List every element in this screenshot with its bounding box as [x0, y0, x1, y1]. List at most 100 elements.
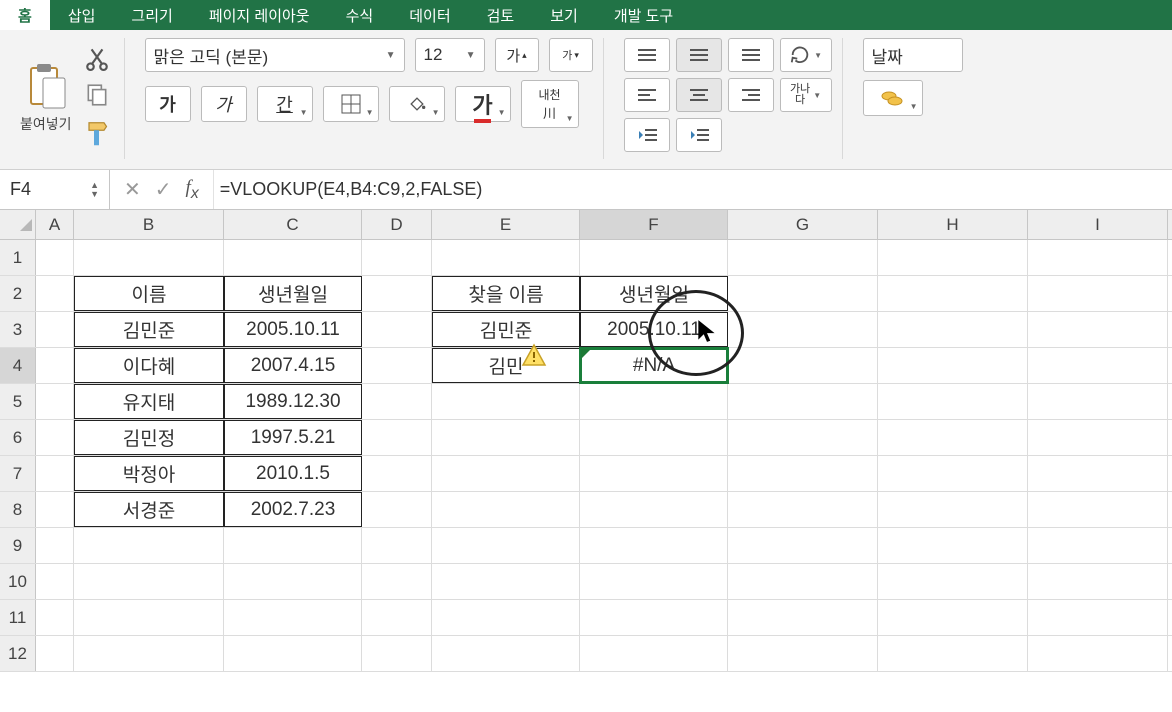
- cell[interactable]: [362, 240, 432, 275]
- cell[interactable]: [36, 456, 74, 491]
- cell[interactable]: [362, 600, 432, 635]
- cell[interactable]: 1989.12.30: [224, 384, 362, 419]
- font-name-select[interactable]: 맑은 고딕 (본문) ▼: [145, 38, 405, 72]
- cell[interactable]: [1028, 420, 1168, 455]
- cell[interactable]: [224, 636, 362, 671]
- align-left-button[interactable]: [624, 78, 670, 112]
- cell[interactable]: [36, 312, 74, 347]
- cut-button[interactable]: [84, 45, 114, 74]
- row-header-8[interactable]: 8: [0, 492, 36, 527]
- cell[interactable]: [1028, 276, 1168, 311]
- cell[interactable]: [728, 636, 878, 671]
- cell[interactable]: [878, 312, 1028, 347]
- cell[interactable]: [728, 348, 878, 383]
- cell[interactable]: [878, 492, 1028, 527]
- cell[interactable]: [1028, 384, 1168, 419]
- cell[interactable]: [580, 240, 728, 275]
- tab-pagelayout[interactable]: 페이지 레이아웃: [191, 0, 328, 30]
- cell[interactable]: [728, 564, 878, 599]
- cell[interactable]: [1028, 600, 1168, 635]
- col-header-G[interactable]: G: [728, 210, 878, 239]
- cell[interactable]: [362, 492, 432, 527]
- row-header-7[interactable]: 7: [0, 456, 36, 491]
- cell[interactable]: [580, 492, 728, 527]
- cell[interactable]: [74, 600, 224, 635]
- col-header-I[interactable]: I: [1028, 210, 1168, 239]
- italic-button[interactable]: 가: [201, 86, 247, 122]
- cell[interactable]: [728, 528, 878, 563]
- cell[interactable]: 김민정: [74, 420, 224, 455]
- error-smart-tag-icon[interactable]: [520, 342, 548, 368]
- cell[interactable]: 생년월일: [580, 276, 728, 311]
- cell[interactable]: [580, 420, 728, 455]
- decrease-indent-button[interactable]: [624, 118, 670, 152]
- font-size-select[interactable]: 12 ▼: [415, 38, 485, 72]
- cell[interactable]: [878, 420, 1028, 455]
- cell[interactable]: [36, 348, 74, 383]
- increase-font-button[interactable]: 가▴: [495, 38, 539, 72]
- wrap-text-button[interactable]: 가나다 ▼: [780, 78, 832, 112]
- cell[interactable]: [362, 384, 432, 419]
- cell[interactable]: [1028, 240, 1168, 275]
- cell[interactable]: [36, 564, 74, 599]
- cell[interactable]: [1028, 348, 1168, 383]
- format-painter-button[interactable]: [84, 119, 114, 152]
- row-header-6[interactable]: 6: [0, 420, 36, 455]
- cell[interactable]: [728, 240, 878, 275]
- col-header-F[interactable]: F: [580, 210, 728, 239]
- align-middle-button[interactable]: [676, 38, 722, 72]
- row-header-3[interactable]: 3: [0, 312, 36, 347]
- cell[interactable]: [224, 600, 362, 635]
- row-header-5[interactable]: 5: [0, 384, 36, 419]
- cell[interactable]: [878, 384, 1028, 419]
- cell[interactable]: [432, 528, 580, 563]
- col-header-B[interactable]: B: [74, 210, 224, 239]
- cell[interactable]: 2007.4.15: [224, 348, 362, 383]
- name-box-spinner[interactable]: ▲▼: [90, 181, 99, 199]
- cell[interactable]: [432, 492, 580, 527]
- phonetic-guide-button[interactable]: 내천 川 ▼: [521, 80, 579, 128]
- currency-button[interactable]: ▼: [863, 80, 923, 116]
- cell[interactable]: [74, 564, 224, 599]
- cell[interactable]: [728, 456, 878, 491]
- select-all-corner[interactable]: [0, 210, 36, 239]
- cell[interactable]: [74, 528, 224, 563]
- row-header-4[interactable]: 4: [0, 348, 36, 383]
- cell[interactable]: [878, 456, 1028, 491]
- cell[interactable]: 박정아: [74, 456, 224, 491]
- cell[interactable]: [36, 384, 74, 419]
- tab-review[interactable]: 검토: [469, 0, 533, 30]
- enter-formula-button[interactable]: ✓: [155, 177, 172, 202]
- cell[interactable]: [362, 276, 432, 311]
- cell[interactable]: 김민: [432, 348, 580, 383]
- cancel-formula-button[interactable]: ✕: [124, 177, 141, 202]
- col-header-E[interactable]: E: [432, 210, 580, 239]
- cell[interactable]: [36, 492, 74, 527]
- cell-selected[interactable]: #N/A: [580, 348, 728, 383]
- cell[interactable]: [1028, 492, 1168, 527]
- cell[interactable]: [432, 564, 580, 599]
- decrease-font-button[interactable]: 가▾: [549, 38, 593, 72]
- cell[interactable]: [362, 456, 432, 491]
- cell[interactable]: 2002.7.23: [224, 492, 362, 527]
- tab-draw[interactable]: 그리기: [113, 0, 190, 30]
- cell[interactable]: [580, 528, 728, 563]
- cell[interactable]: [728, 600, 878, 635]
- cell[interactable]: 1997.5.21: [224, 420, 362, 455]
- fx-button[interactable]: fx: [186, 177, 199, 203]
- paste-button[interactable]: 붙여넣기: [20, 64, 72, 134]
- tab-developer[interactable]: 개발 도구: [596, 0, 691, 30]
- cell[interactable]: [728, 312, 878, 347]
- cell[interactable]: [74, 636, 224, 671]
- cell[interactable]: [580, 600, 728, 635]
- cell[interactable]: [362, 564, 432, 599]
- tab-home[interactable]: 홈: [0, 0, 50, 30]
- cell[interactable]: [878, 348, 1028, 383]
- number-format-select[interactable]: 날짜: [863, 38, 963, 72]
- font-color-button[interactable]: 가 ▼: [455, 86, 511, 122]
- cell[interactable]: 유지태: [74, 384, 224, 419]
- align-bottom-button[interactable]: [728, 38, 774, 72]
- row-header-11[interactable]: 11: [0, 600, 36, 635]
- increase-indent-button[interactable]: [676, 118, 722, 152]
- row-header-12[interactable]: 12: [0, 636, 36, 671]
